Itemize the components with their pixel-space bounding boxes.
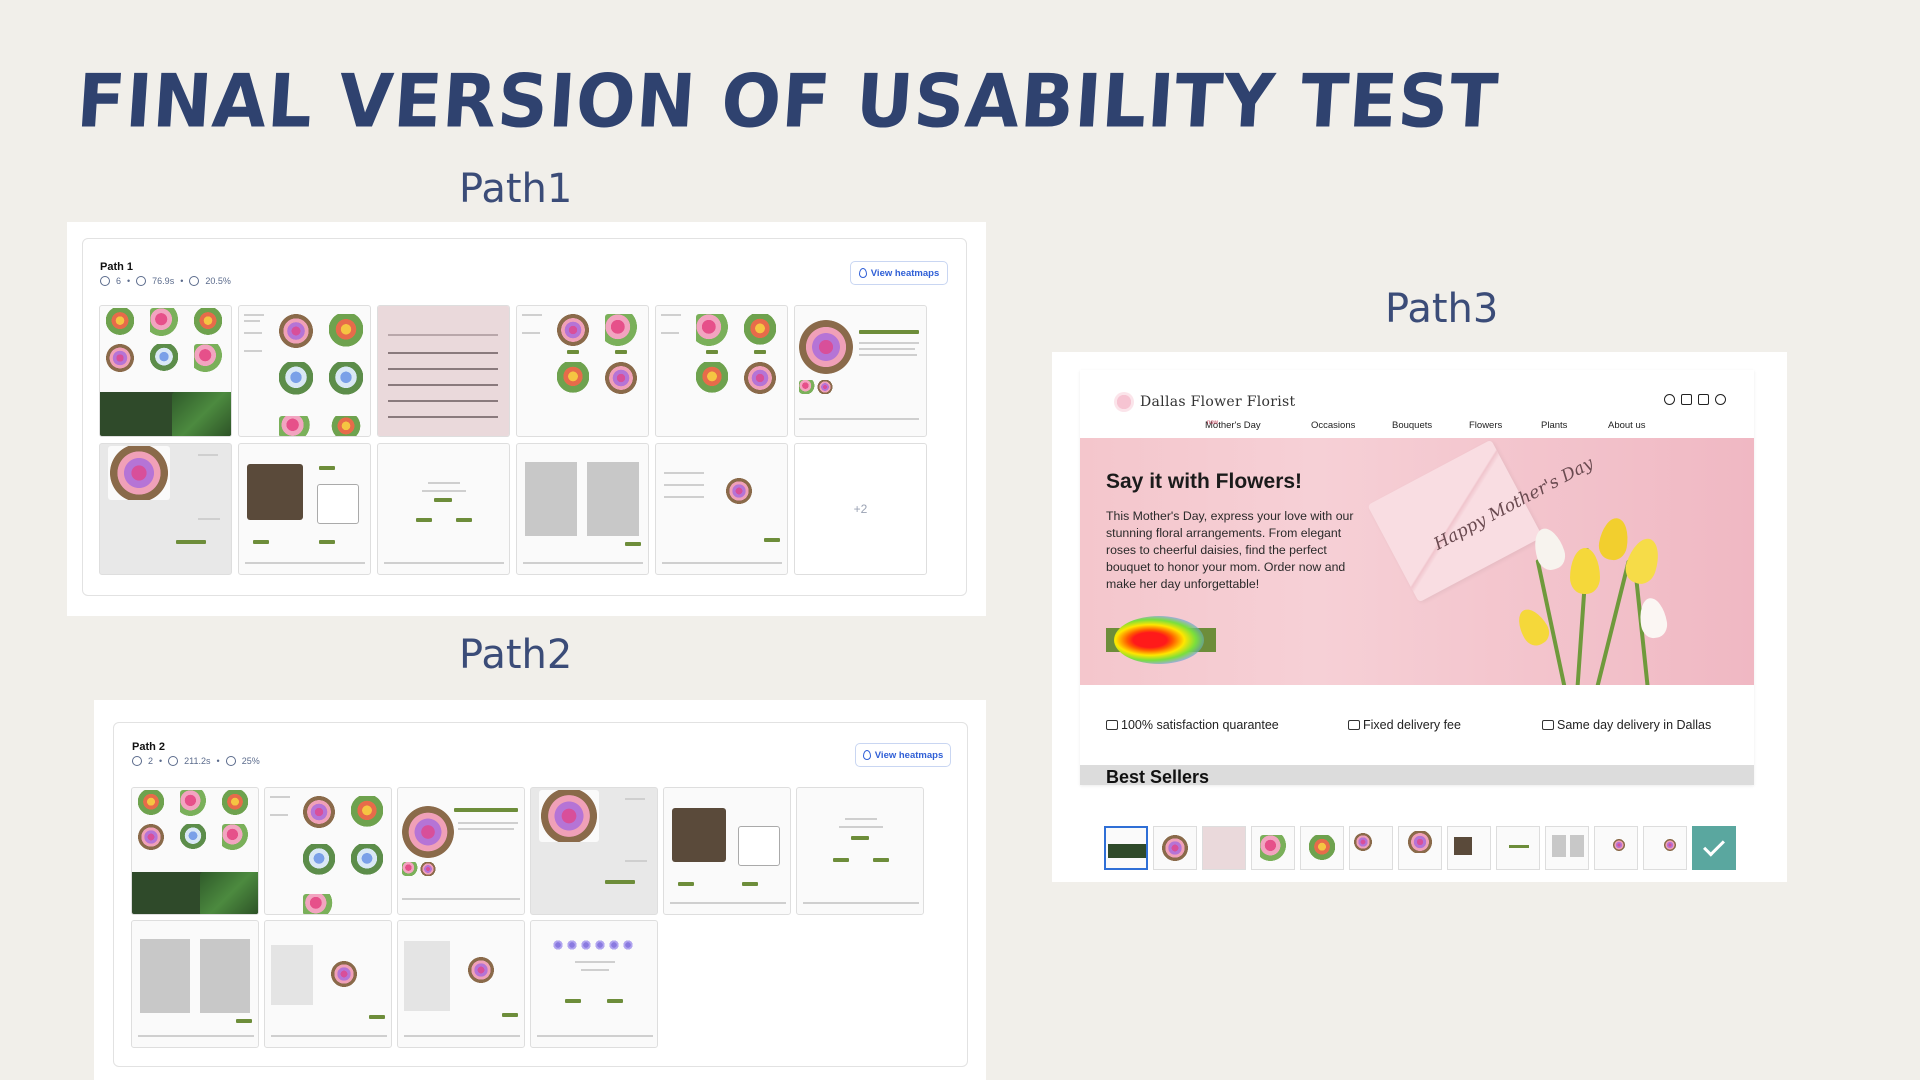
path2-screen-3-product[interactable] <box>397 787 525 915</box>
best-sellers-heading: Best Sellers <box>1106 767 1210 785</box>
misclick-icon <box>189 276 200 286</box>
timer-icon <box>168 756 179 766</box>
path3-label: Path3 <box>1385 286 1499 332</box>
thumbs-up-icon <box>1106 720 1118 730</box>
path3-thumb-2[interactable] <box>1153 826 1197 870</box>
site-logo-text: Dallas Flower Florist <box>1140 394 1296 410</box>
path1-card: Path 1 6 • 76.9s • 20.5% View heatmaps +… <box>82 238 967 596</box>
path2-screen-9-review[interactable] <box>397 920 525 1048</box>
path3-completed-thumb[interactable] <box>1692 826 1736 870</box>
path2-panel: Path 2 2 • 211.2s • 25% View heatmaps <box>94 700 986 1080</box>
path2-screen-4-cart[interactable] <box>530 787 658 915</box>
path3-thumb-10[interactable] <box>1545 826 1589 870</box>
feature-same-day: Same day delivery in Dallas <box>1542 718 1711 732</box>
path1-screen-9-delivery[interactable] <box>377 443 510 575</box>
path1-screen-5[interactable] <box>655 305 788 437</box>
checkmark-icon <box>1703 834 1725 857</box>
path1-panel: Path 1 6 • 76.9s • 20.5% View heatmaps +… <box>67 222 986 616</box>
feature-satisfaction: 100% satisfaction quarantee <box>1106 718 1279 732</box>
path3-thumb-11[interactable] <box>1594 826 1638 870</box>
path1-view-heatmaps-button[interactable]: View heatmaps <box>850 261 948 285</box>
feature-delivery-fee: Fixed delivery fee <box>1348 718 1461 732</box>
path1-rate: 20.5% <box>205 276 231 286</box>
flame-icon <box>862 750 871 760</box>
path2-view-heatmaps-label: View heatmaps <box>874 749 944 761</box>
flame-icon <box>858 268 867 278</box>
heatmap-overlay <box>1114 616 1204 664</box>
path1-screen-1[interactable] <box>99 305 232 437</box>
path2-screen-7-address[interactable] <box>131 920 259 1048</box>
path2-screen-8-payment[interactable] <box>264 920 392 1048</box>
path1-view-heatmaps-label: View heatmaps <box>870 267 940 279</box>
path2-screen-2[interactable] <box>264 787 392 915</box>
path3-screen-strip <box>1104 826 1736 870</box>
delivery-truck-icon <box>1542 720 1554 730</box>
page-title: FINAL VERSION OF USABILITY TEST <box>74 58 1502 145</box>
path2-screen-1[interactable] <box>131 787 259 915</box>
misclick-icon <box>225 756 236 766</box>
path2-stats: 2 • 211.2s • 25% <box>132 756 260 766</box>
path1-screen-7-cart[interactable] <box>99 443 232 575</box>
path1-screen-10-address[interactable] <box>516 443 649 575</box>
path1-duration: 76.9s <box>152 276 175 286</box>
path2-label: Path2 <box>459 632 573 678</box>
heart-icon[interactable] <box>1681 394 1692 405</box>
path1-screen-2[interactable] <box>238 305 371 437</box>
path2-screen-5[interactable] <box>663 787 791 915</box>
flower-logo-icon <box>1114 392 1134 412</box>
path3-thumb-9[interactable] <box>1496 826 1540 870</box>
path1-more-screens[interactable]: +2 <box>794 443 927 575</box>
nav-new-badge: new <box>1207 420 1219 426</box>
path3-thumb-12[interactable] <box>1643 826 1687 870</box>
hero-text: This Mother's Day, express your love wit… <box>1106 509 1354 591</box>
path1-screen-11-payment[interactable] <box>655 443 788 575</box>
path3-thumb-7[interactable] <box>1398 826 1442 870</box>
testers-icon <box>100 276 110 286</box>
timer-icon <box>136 276 147 286</box>
envelope-image <box>1367 439 1543 603</box>
path1-stats: 6 • 76.9s • 20.5% <box>100 276 231 286</box>
path3-thumb-5[interactable] <box>1300 826 1344 870</box>
hero-title: Say it with Flowers! <box>1106 470 1303 493</box>
path1-screen-3-calendar[interactable] <box>377 305 510 437</box>
path1-more-label: +2 <box>853 502 868 516</box>
nav-plants[interactable]: Plants <box>1541 420 1567 431</box>
path3-thumb-3[interactable] <box>1202 826 1246 870</box>
nav-flowers[interactable]: Flowers <box>1469 420 1502 431</box>
path1-card-title: Path 1 <box>100 261 134 273</box>
path2-duration: 211.2s <box>184 756 211 766</box>
site-header-icons <box>1664 394 1726 405</box>
nav-bouquets[interactable]: Bouquets <box>1392 420 1432 431</box>
path2-view-heatmaps-button[interactable]: View heatmaps <box>855 743 951 767</box>
nav-occasions[interactable]: Occasions <box>1311 420 1355 431</box>
truck-icon <box>1348 720 1360 730</box>
path2-rate: 25% <box>241 756 260 766</box>
path2-testers: 2 <box>148 756 154 766</box>
path1-screen-6-product[interactable] <box>794 305 927 437</box>
path1-screens-grid: +2 <box>99 305 927 575</box>
site-logo[interactable]: Dallas Flower Florist <box>1114 392 1295 412</box>
path1-screen-4[interactable] <box>516 305 649 437</box>
path1-screen-8[interactable] <box>238 443 371 575</box>
path1-testers: 6 <box>116 276 122 286</box>
cart-icon[interactable] <box>1698 394 1709 405</box>
path3-thumb-4[interactable] <box>1251 826 1295 870</box>
path2-screen-10-confirmation[interactable] <box>530 920 658 1048</box>
path2-screens-grid <box>131 787 924 1048</box>
testers-icon <box>132 756 142 766</box>
path3-thumb-6[interactable] <box>1349 826 1393 870</box>
path3-thumb-8[interactable] <box>1447 826 1491 870</box>
path2-card: Path 2 2 • 211.2s • 25% View heatmaps <box>113 722 968 1067</box>
path2-card-title: Path 2 <box>132 741 166 753</box>
path2-screen-6-delivery[interactable] <box>796 787 924 915</box>
hero-banner: Happy Mother's Day Say it with Flowers! … <box>1080 438 1754 685</box>
path3-website-preview: Dallas Flower Florist Mother's Day new Oc… <box>1080 370 1754 785</box>
nav-about-us[interactable]: About us <box>1608 420 1646 431</box>
search-icon[interactable] <box>1715 394 1726 405</box>
path1-label: Path1 <box>459 166 573 212</box>
user-icon[interactable] <box>1664 394 1675 405</box>
path3-thumb-1[interactable] <box>1104 826 1148 870</box>
